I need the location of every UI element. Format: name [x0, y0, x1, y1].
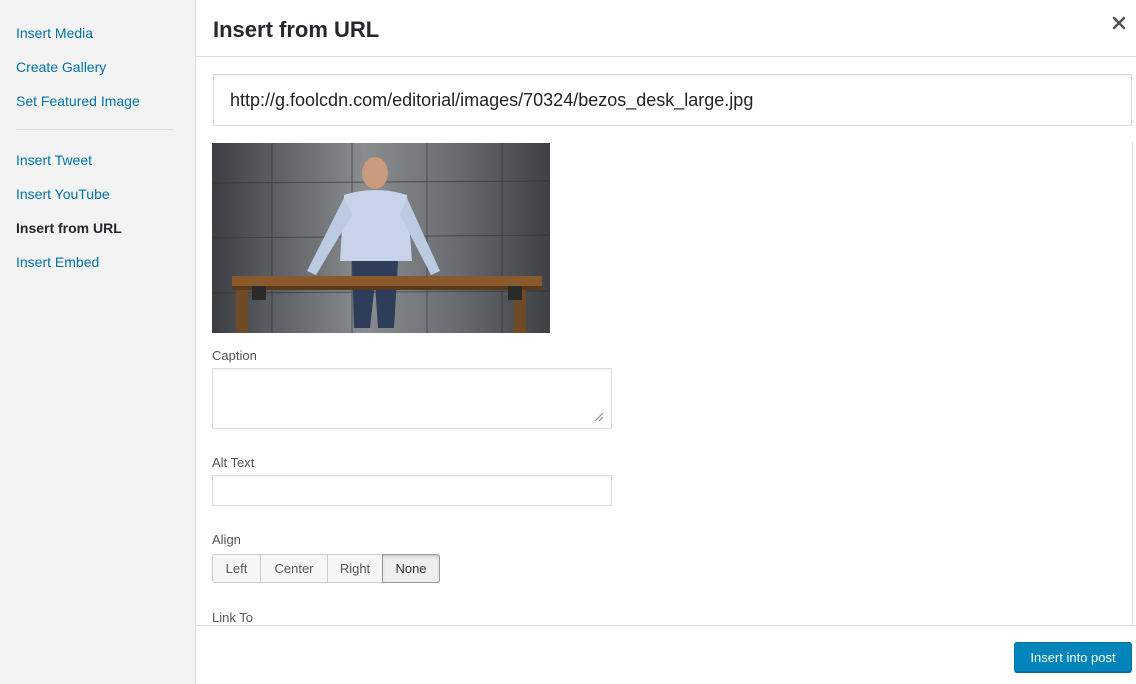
- align-label: Align: [212, 532, 241, 547]
- image-preview: [212, 143, 550, 333]
- align-button-group: Left Center Right None: [212, 554, 440, 583]
- alt-text-label: Alt Text: [212, 455, 255, 470]
- url-input[interactable]: [213, 74, 1132, 126]
- menu-item-insert-embed[interactable]: Insert Embed: [16, 254, 99, 270]
- resize-grip-icon[interactable]: [592, 410, 604, 422]
- menu-item-set-featured-image[interactable]: Set Featured Image: [16, 93, 140, 109]
- link-to-label: Link To: [212, 610, 253, 625]
- caption-label: Caption: [212, 348, 257, 363]
- close-icon: [1112, 16, 1126, 30]
- caption-field[interactable]: [212, 368, 612, 429]
- menu-item-insert-from-url[interactable]: Insert from URL: [16, 220, 122, 236]
- media-menu-sidebar: Insert Media Create Gallery Set Featured…: [0, 0, 196, 684]
- menu-item-insert-tweet[interactable]: Insert Tweet: [16, 152, 92, 168]
- menu-item-insert-media[interactable]: Insert Media: [16, 25, 93, 41]
- align-left-button[interactable]: Left: [212, 554, 261, 583]
- page-title: Insert from URL: [213, 17, 380, 42]
- align-none-button[interactable]: None: [382, 554, 440, 583]
- preview-photo: [212, 143, 550, 333]
- menu-item-create-gallery[interactable]: Create Gallery: [16, 59, 106, 75]
- close-button[interactable]: [1108, 12, 1130, 34]
- media-toolbar: Insert into post: [196, 625, 1136, 684]
- content-scroll-edge: [1132, 142, 1133, 626]
- insert-into-post-button[interactable]: Insert into post: [1014, 642, 1132, 672]
- align-center-button[interactable]: Center: [260, 554, 328, 583]
- alt-text-field[interactable]: [212, 475, 612, 506]
- menu-separator: [16, 129, 174, 130]
- frame-title-bar: Insert from URL: [196, 0, 1136, 57]
- menu-item-insert-youtube[interactable]: Insert YouTube: [16, 186, 110, 202]
- align-right-button[interactable]: Right: [327, 554, 383, 583]
